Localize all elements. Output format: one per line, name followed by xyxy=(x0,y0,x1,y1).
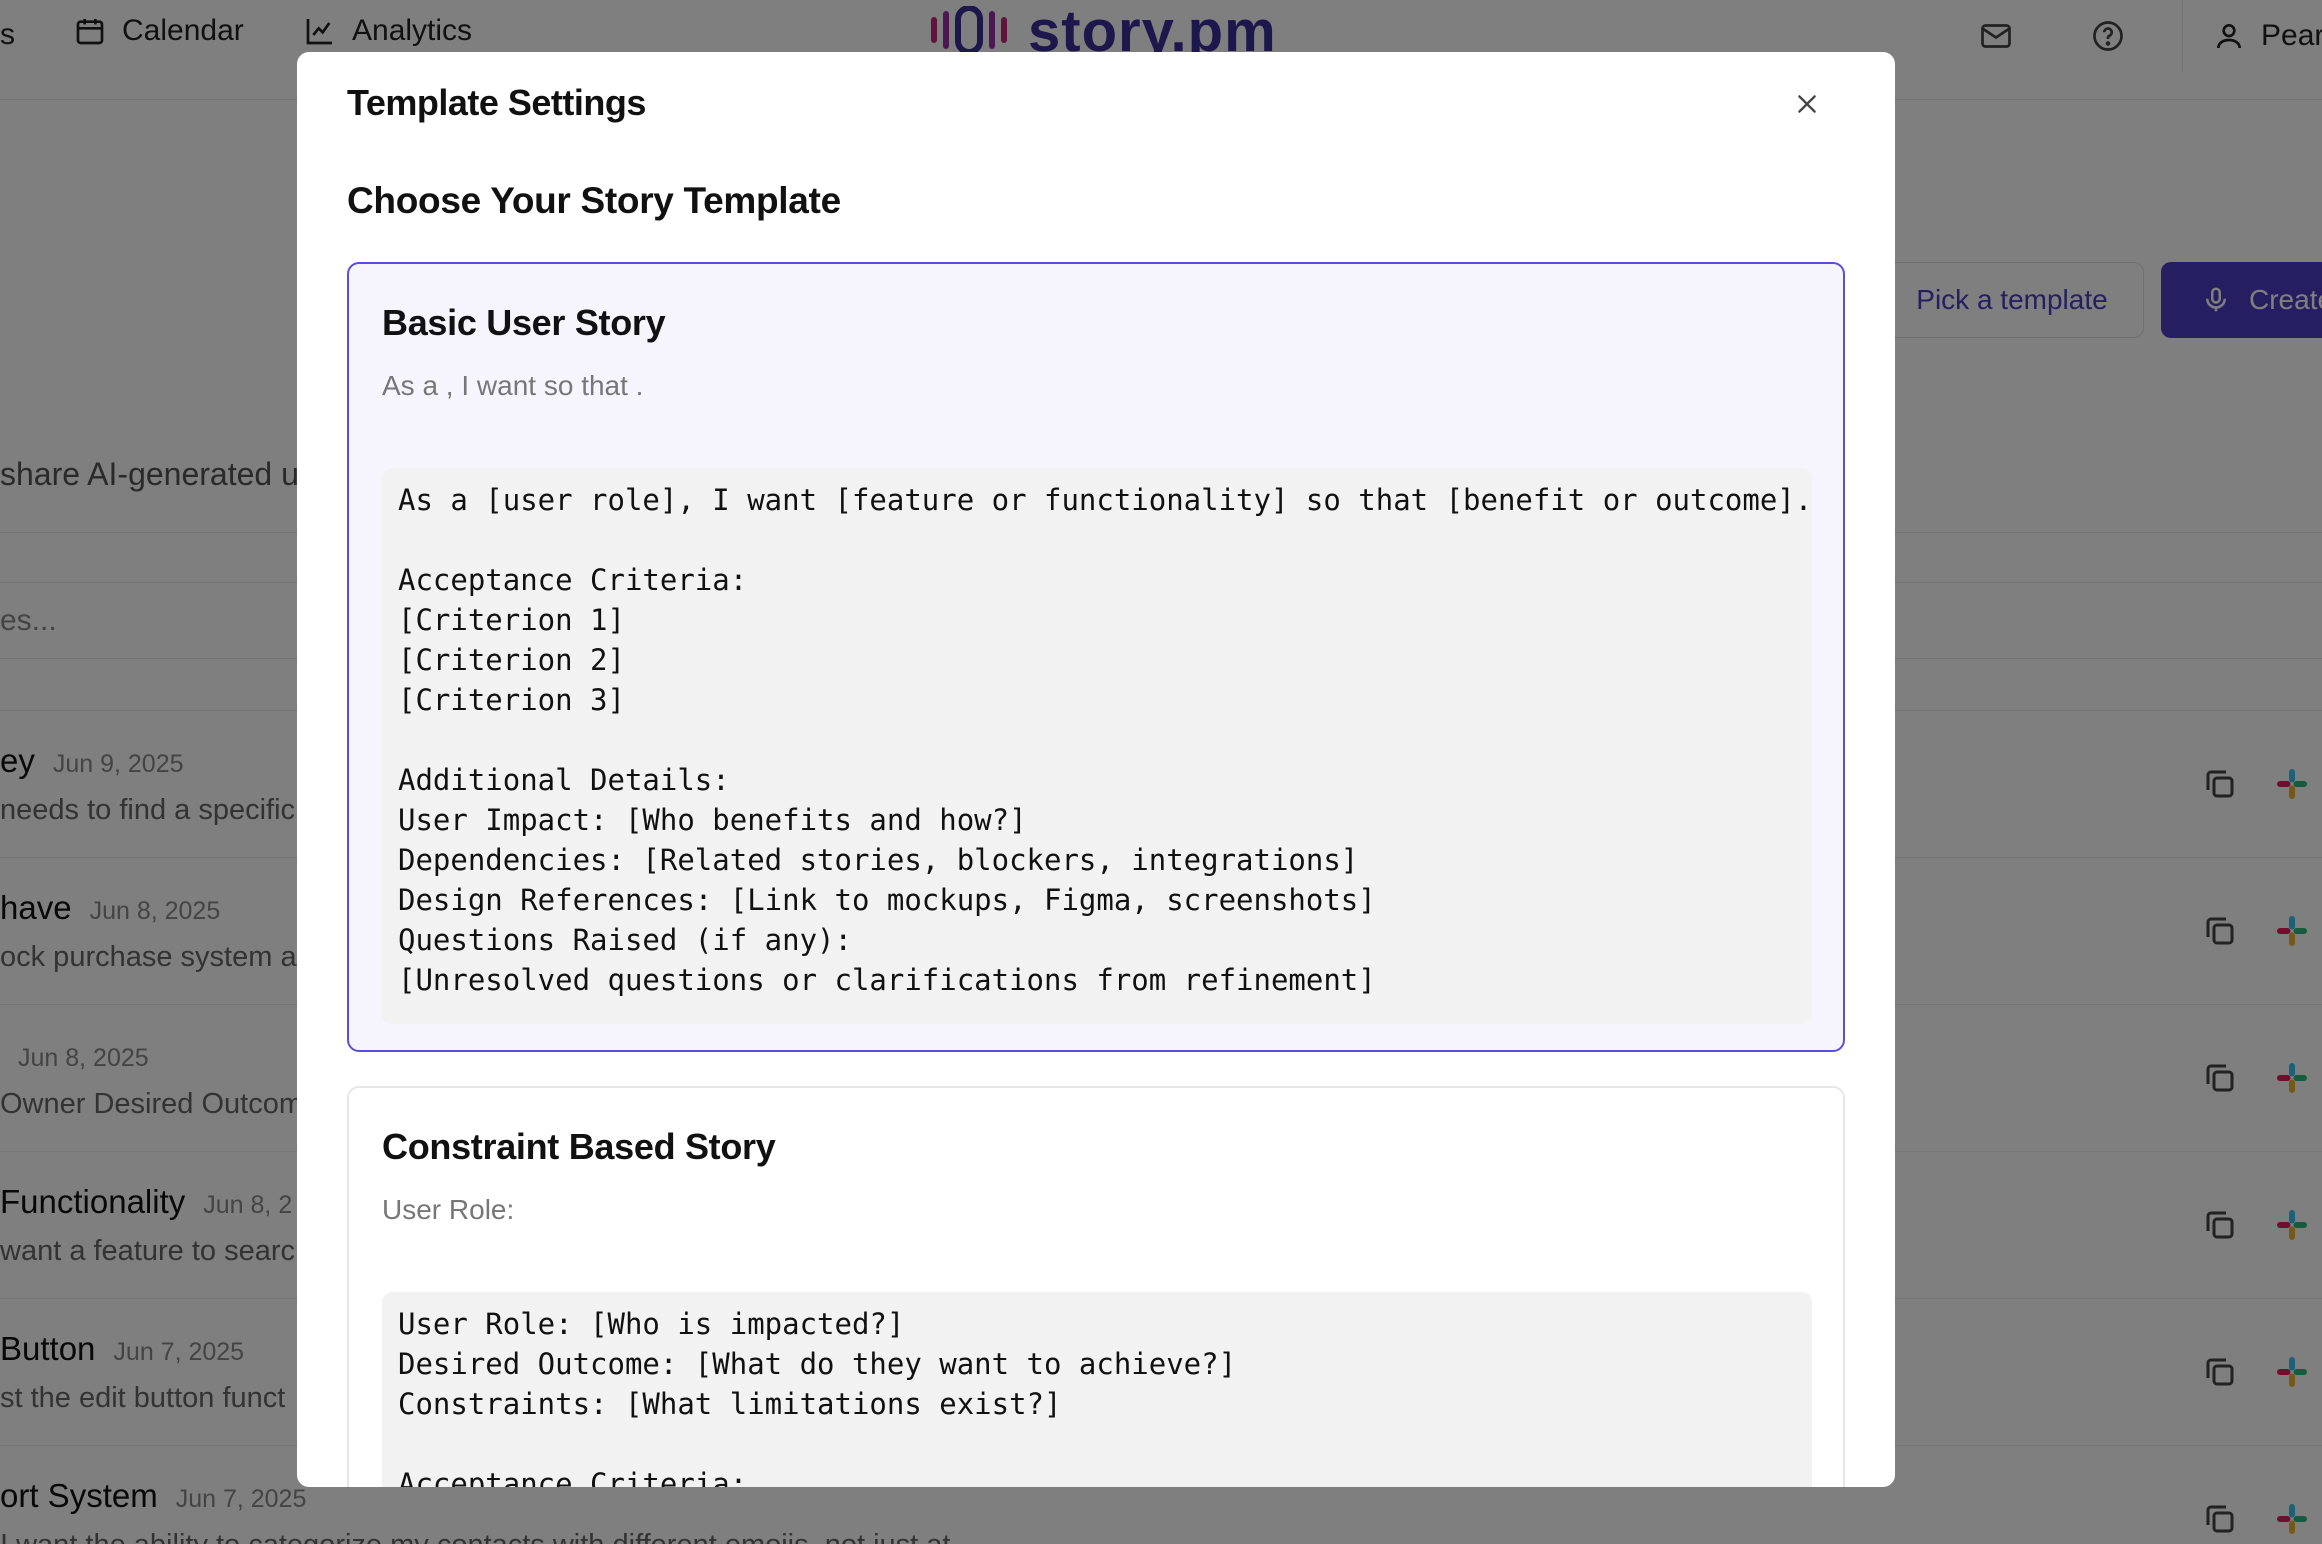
close-icon xyxy=(1798,95,1816,113)
template-body: As a [user role], I want [feature or fun… xyxy=(382,468,1812,1024)
template-card-constraint-based-story[interactable]: Constraint Based Story User Role: User R… xyxy=(347,1086,1845,1487)
section-heading: Choose Your Story Template xyxy=(347,180,841,221)
template-body: User Role: [Who is impacted?] Desired Ou… xyxy=(382,1292,1812,1487)
close-button[interactable] xyxy=(1787,84,1827,124)
modal-title: Template Settings xyxy=(347,82,646,123)
template-description: User Role: xyxy=(382,1194,515,1225)
template-description: As a , I want so that . xyxy=(382,370,644,401)
template-name: Constraint Based Story xyxy=(382,1126,776,1167)
template-settings-modal: Template Settings Choose Your Story Temp… xyxy=(297,52,1895,1487)
template-card-basic-user-story[interactable]: Basic User Story As a , I want so that .… xyxy=(347,262,1845,1052)
template-name: Basic User Story xyxy=(382,302,666,343)
